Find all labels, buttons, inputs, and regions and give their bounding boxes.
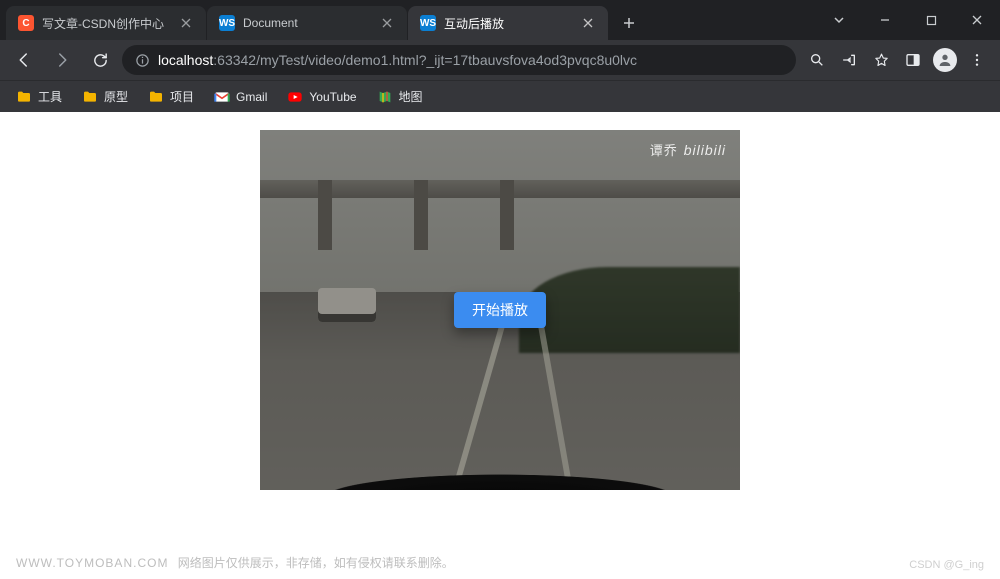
csdn-favicon: C xyxy=(18,15,34,31)
maps-icon xyxy=(377,89,393,105)
close-icon[interactable] xyxy=(580,15,596,31)
watermark-brand: bilibili xyxy=(684,142,726,158)
tab-title: Document xyxy=(243,16,371,30)
bookmark-folder-proto[interactable]: 原型 xyxy=(74,84,136,109)
tab-title: 写文章-CSDN创作中心 xyxy=(42,15,170,32)
youtube-icon xyxy=(287,89,303,105)
new-tab-button[interactable] xyxy=(615,9,643,37)
bookmark-label: Gmail xyxy=(236,90,267,104)
tab-strip: C 写文章-CSDN创作中心 WS Document WS 互动后播放 xyxy=(0,0,816,40)
video-player[interactable]: 谭乔 bilibili 开始播放 xyxy=(260,130,740,490)
folder-icon xyxy=(82,89,98,105)
close-icon[interactable] xyxy=(178,15,194,31)
toolbar-right xyxy=(802,45,992,75)
tab-active[interactable]: WS 互动后播放 xyxy=(408,6,608,40)
bookmark-folder-tools[interactable]: 工具 xyxy=(8,84,70,109)
address-bar[interactable]: localhost:63342/myTest/video/demo1.html?… xyxy=(122,45,796,75)
bookmark-star-icon[interactable] xyxy=(866,45,896,75)
bookmark-label: 项目 xyxy=(170,88,194,105)
maximize-button[interactable] xyxy=(908,4,954,36)
watermark-author: 谭乔 xyxy=(650,140,678,159)
reload-button[interactable] xyxy=(84,44,116,76)
caret-down-icon[interactable] xyxy=(816,4,862,36)
window-controls xyxy=(816,0,1000,40)
folder-icon xyxy=(16,89,32,105)
bookmark-folder-project[interactable]: 项目 xyxy=(140,84,202,109)
page-content: 谭乔 bilibili 开始播放 xyxy=(0,112,1000,579)
url-host: localhost xyxy=(158,52,213,68)
play-button[interactable]: 开始播放 xyxy=(454,292,546,328)
bookmark-label: 工具 xyxy=(38,88,62,105)
close-icon[interactable] xyxy=(379,15,395,31)
bookmarks-bar: 工具 原型 项目 Gmail YouTube 地图 xyxy=(0,80,1000,112)
share-icon[interactable] xyxy=(834,45,864,75)
back-button[interactable] xyxy=(8,44,40,76)
profile-avatar[interactable] xyxy=(930,45,960,75)
tab-title: 互动后播放 xyxy=(444,15,572,32)
side-panel-icon[interactable] xyxy=(898,45,928,75)
bookmark-youtube[interactable]: YouTube xyxy=(279,85,364,109)
browser-toolbar: localhost:63342/myTest/video/demo1.html?… xyxy=(0,40,1000,80)
folder-icon xyxy=(148,89,164,105)
bookmark-label: YouTube xyxy=(309,90,356,104)
bookmark-maps[interactable]: 地图 xyxy=(369,84,431,109)
zoom-icon[interactable] xyxy=(802,45,832,75)
webstorm-favicon: WS xyxy=(219,15,235,31)
webstorm-favicon: WS xyxy=(420,15,436,31)
window-close-button[interactable] xyxy=(954,4,1000,36)
video-watermark: 谭乔 bilibili xyxy=(650,140,726,159)
kebab-menu-icon[interactable] xyxy=(962,45,992,75)
bookmark-label: 原型 xyxy=(104,88,128,105)
url-text: localhost:63342/myTest/video/demo1.html?… xyxy=(158,52,784,68)
gmail-icon xyxy=(214,89,230,105)
tab-document[interactable]: WS Document xyxy=(207,6,407,40)
tab-csdn[interactable]: C 写文章-CSDN创作中心 xyxy=(6,6,206,40)
site-info-icon[interactable] xyxy=(134,52,150,68)
forward-button[interactable] xyxy=(46,44,78,76)
bookmark-label: 地图 xyxy=(399,88,423,105)
window-titlebar: C 写文章-CSDN创作中心 WS Document WS 互动后播放 xyxy=(0,0,1000,40)
url-rest: :63342/myTest/video/demo1.html?_ijt=17tb… xyxy=(213,52,637,68)
minimize-button[interactable] xyxy=(862,4,908,36)
bookmark-gmail[interactable]: Gmail xyxy=(206,85,275,109)
